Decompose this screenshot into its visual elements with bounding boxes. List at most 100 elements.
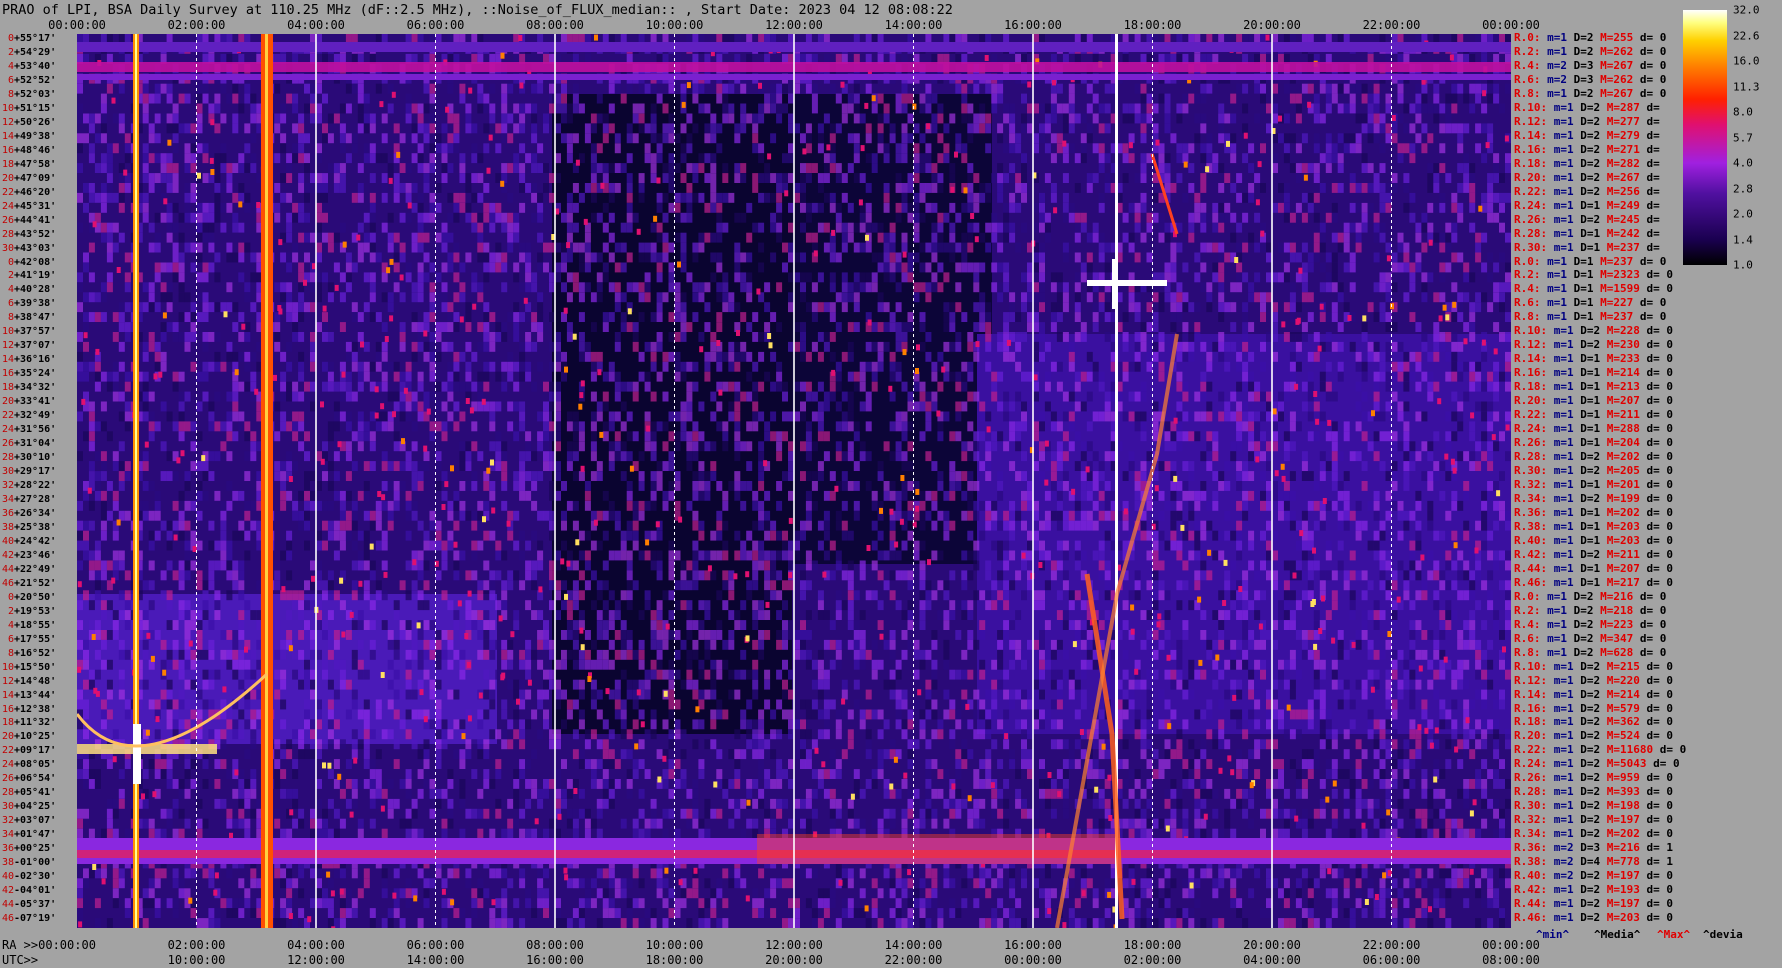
stat-max: M=199: [1606, 491, 1640, 505]
declination-value: -05°37': [14, 899, 57, 911]
stat-max: M=277: [1606, 114, 1640, 128]
channel-number: 22: [1, 745, 14, 757]
stat-deviation: d= 0: [1639, 44, 1667, 58]
channel-stat-row: R.12: m=1 D=2 M=220 d= 0: [1514, 674, 1673, 688]
stat-max: M=279: [1606, 128, 1640, 142]
stat-max: M=579: [1606, 701, 1640, 715]
stat-max: M=211: [1606, 408, 1640, 422]
colorbar-tick: 22.6: [1733, 29, 1760, 42]
stat-deviation: d= 0: [1639, 631, 1667, 645]
channel-stat-row: R.8: m=1 D=1 M=237 d= 0: [1514, 310, 1666, 324]
stat-min: m=1: [1553, 911, 1574, 925]
stat-min: m=2: [1553, 841, 1574, 855]
stat-deviation: d= 0: [1646, 659, 1674, 673]
stat-max: M=628: [1600, 645, 1634, 659]
stat-deviation: d= 0: [1639, 603, 1667, 617]
channel-number: 36: [1, 507, 14, 519]
channel-stat-row: R.28: m=1 D=2 M=393 d= 0: [1514, 785, 1673, 799]
stat-median: D=1: [1580, 226, 1601, 240]
declination-row: 4+18°55': [0, 619, 77, 633]
declination-row: 2+41°19': [0, 269, 77, 283]
stat-deviation: d= 0: [1646, 533, 1674, 547]
stat-min: m=1: [1547, 589, 1567, 603]
channel-number: 22: [1, 410, 14, 422]
channel-number: 24: [1, 424, 14, 436]
stat-deviation: d= 0: [1646, 869, 1674, 883]
channel-number: 40: [1, 871, 14, 883]
declination-row: 6+39°38': [0, 297, 77, 311]
stat-min: m=1: [1553, 771, 1574, 785]
stat-channel: R.12:: [1514, 114, 1548, 128]
stat-max: M=267: [1606, 170, 1640, 184]
stat-max: M=262: [1600, 44, 1634, 58]
declination-value: +26°34': [14, 507, 57, 519]
declination-row: 38-01°00': [0, 856, 77, 870]
stat-min: m=1: [1547, 254, 1567, 268]
stat-median: D=2: [1580, 100, 1601, 114]
channel-stat-row: R.0: m=1 D=1 M=237 d= 0: [1514, 255, 1666, 269]
top-axis-tick: 04:00:00: [287, 18, 345, 32]
stat-min: m=1: [1553, 505, 1574, 519]
stat-median: D=1: [1580, 533, 1601, 547]
flare-cross: [1112, 259, 1118, 309]
stat-deviation: d= 0: [1639, 31, 1667, 44]
declination-row: 14+36°16': [0, 353, 77, 367]
channel-stat-row: R.8: m=1 D=2 M=267 d= 0: [1514, 87, 1666, 101]
ra_axis-tick: 00:00:00: [1482, 938, 1540, 952]
channel-stat-row: R.4: m=1 D=2 M=223 d= 0: [1514, 618, 1666, 632]
stat-deviation: d=: [1646, 226, 1660, 240]
colorbar-tick: 1.0: [1733, 258, 1753, 272]
colorbar-tick: 8.0: [1733, 105, 1753, 119]
channel-number: 8: [7, 312, 14, 324]
stat-deviation: d= 0: [1646, 450, 1674, 464]
stat-deviation: d= 0: [1646, 282, 1674, 296]
stat-min: m=1: [1553, 366, 1574, 380]
declination-row: 14+13°44': [0, 689, 77, 703]
stat-deviation: d=: [1646, 212, 1660, 226]
stat-channel: R.32:: [1514, 478, 1548, 491]
channel-number: 42: [1, 885, 14, 897]
utc_axis-tick: 14:00:00: [406, 953, 465, 967]
stat-channel: R.10:: [1514, 659, 1548, 673]
stat-deviation: d= 0: [1639, 617, 1667, 631]
stat-min: m=1: [1553, 142, 1574, 156]
stat-min: m=1: [1547, 86, 1567, 100]
declination-row: 24+31°56': [0, 423, 77, 437]
stat-deviation: d= 0: [1639, 589, 1667, 603]
stat-max: M=211: [1606, 547, 1640, 561]
declination-value: +30°10': [14, 452, 57, 464]
channel-stat-row: R.32: m=1 D=1 M=201 d= 0: [1514, 478, 1673, 492]
declination-row: 30+04°25': [0, 800, 77, 814]
channel-stat-row: R.40: m=1 D=1 M=203 d= 0: [1514, 534, 1673, 548]
channel-stat-row: R.46: m=1 D=2 M=203 d= 0: [1514, 911, 1673, 925]
declination-value: +36°16': [14, 354, 57, 366]
channel-number: 20: [1, 731, 14, 743]
stat-median: D=2: [1580, 212, 1601, 226]
stat-min: m=1: [1553, 827, 1574, 841]
channel-number: 12: [1, 675, 14, 687]
declination-value: +44°41': [14, 214, 57, 226]
declination-row: 0+20°50': [0, 591, 77, 605]
channel-number: 20: [1, 172, 14, 184]
channel-stat-row: R.10: m=1 D=2 M=215 d= 0: [1514, 660, 1673, 674]
stat-deviation: d= 0: [1639, 296, 1667, 310]
stat-median: D=2: [1580, 170, 1601, 184]
channel-number: 34: [1, 829, 14, 841]
top-axis-tick: 06:00:00: [406, 18, 465, 32]
ra_axis-tick: 06:00:00: [406, 938, 465, 952]
declination-value: +04°25': [14, 801, 57, 813]
declination-value: +47°58': [14, 158, 57, 170]
stat-max: M=215: [1606, 659, 1640, 673]
stat-min: m=1: [1547, 31, 1567, 44]
declination-value: +41°19': [14, 270, 57, 282]
stat-channel: R.34:: [1514, 491, 1548, 505]
stat-channel: R.22:: [1514, 184, 1548, 198]
declination-value: -02°30': [14, 871, 57, 883]
declination-row: 0+42°08': [0, 256, 77, 270]
stat-max: M=249: [1606, 198, 1640, 212]
stat-max: M=193: [1606, 883, 1640, 897]
stat-median: D=2: [1580, 687, 1601, 701]
stat-min: m=2: [1547, 72, 1567, 86]
utc_axis-tick: 16:00:00: [526, 953, 584, 967]
channel-number: 42: [1, 549, 14, 561]
